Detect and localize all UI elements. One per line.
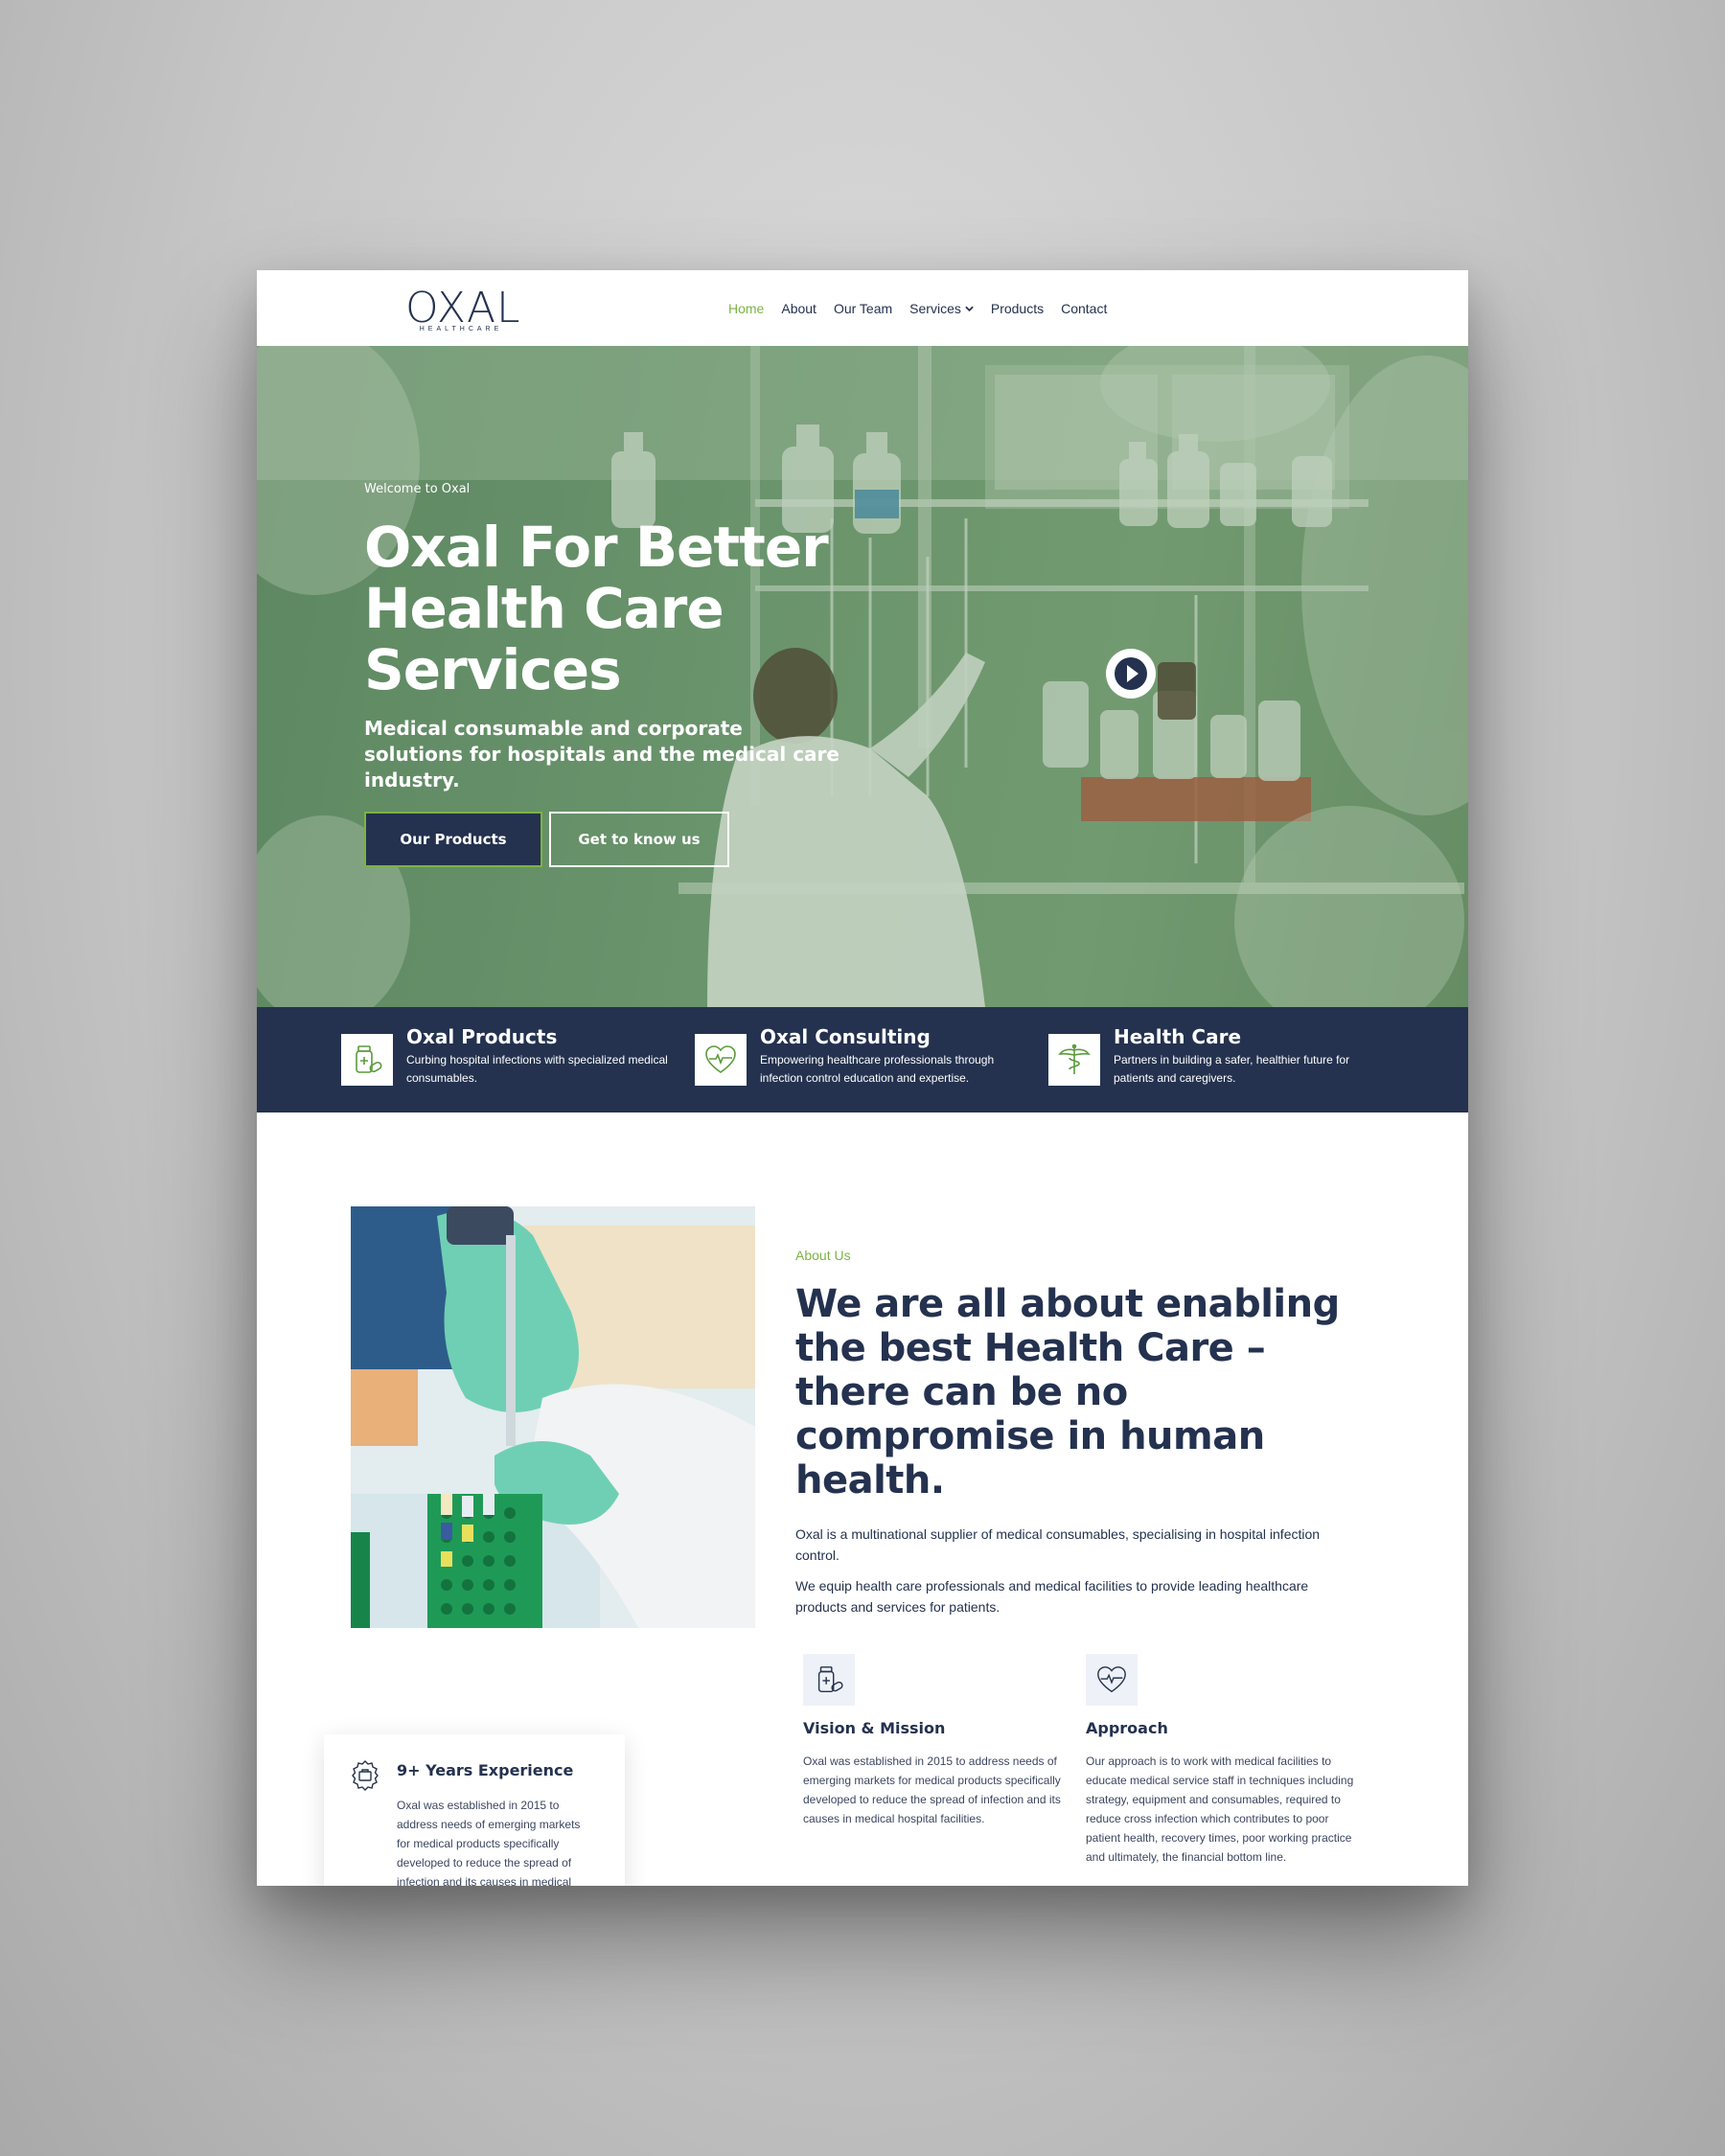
feature-title: Health Care (1114, 1025, 1242, 1048)
about-paragraph-1: Oxal is a multinational supplier of medi… (795, 1526, 1321, 1563)
vision-mission-text: Oxal was established in 2015 to address … (803, 1755, 1061, 1825)
feature-text: Partners in building a safer, healthier … (1114, 1053, 1350, 1085)
award-badge-icon (352, 1760, 379, 1791)
vision-mission-title: Vision & Mission (803, 1719, 946, 1737)
webpage-mockup: OXAL HEALTHCARE Home About Our Team Serv… (257, 270, 1468, 1886)
get-to-know-us-button[interactable]: Get to know us (549, 812, 729, 867)
experience-title: 9+ Years Experience (397, 1761, 574, 1779)
feature-title: Oxal Consulting (760, 1025, 931, 1048)
heart-pulse-icon (1086, 1654, 1138, 1706)
medicine-bottle-icon (803, 1654, 855, 1706)
nav-item-contact[interactable]: Contact (1061, 297, 1107, 320)
about-lab-photo (351, 1206, 755, 1628)
experience-text: Oxal was established in 2015 to address … (397, 1799, 581, 1886)
pipette-photo-illustration (351, 1206, 755, 1628)
nav-item-about[interactable]: About (781, 297, 816, 320)
logo-subtext: HEALTHCARE (419, 326, 503, 333)
feature-title: Oxal Products (406, 1025, 558, 1048)
feature-bar: Oxal Products Curbing hospital infection… (257, 1007, 1468, 1112)
feature-health-care[interactable]: Health Care Partners in building a safer… (1048, 1025, 1374, 1097)
medicine-bottle-icon (341, 1034, 393, 1086)
chevron-down-icon (965, 306, 974, 311)
video-play-button[interactable] (1106, 649, 1156, 699)
feature-text: Curbing hospital infections with special… (406, 1053, 668, 1085)
heart-pulse-icon (695, 1034, 747, 1086)
oxal-logo[interactable]: OXAL HEALTHCARE (405, 284, 520, 333)
nav-item-home[interactable]: Home (728, 297, 764, 320)
approach-title: Approach (1086, 1719, 1168, 1737)
main-menu: Home About Our Team Services Products Co… (728, 297, 1107, 320)
hero-description: Medical consumable and corporate solutio… (364, 717, 840, 791)
feature-oxal-products[interactable]: Oxal Products Curbing hospital infection… (341, 1025, 668, 1097)
experience-card: 9+ Years Experience Oxal was established… (324, 1734, 625, 1886)
nav-item-products[interactable]: Products (991, 297, 1044, 320)
nav-item-our-team[interactable]: Our Team (834, 297, 892, 320)
top-navbar: OXAL HEALTHCARE Home About Our Team Serv… (257, 270, 1468, 346)
our-products-button[interactable]: Our Products (364, 812, 542, 867)
approach-text: Our approach is to work with medical fac… (1086, 1755, 1354, 1864)
nav-item-services[interactable]: Services (909, 297, 974, 320)
caduceus-icon (1048, 1034, 1100, 1086)
about-paragraph-2: We equip health care professionals and m… (795, 1578, 1309, 1615)
nav-item-services-label: Services (909, 301, 961, 316)
about-section-label: About Us (795, 1248, 851, 1263)
feature-oxal-consulting[interactable]: Oxal Consulting Empowering healthcare pr… (695, 1025, 1021, 1097)
hero-title: Oxal For Better Health Care Services (364, 515, 829, 702)
hero-eyebrow: Welcome to Oxal (364, 482, 471, 496)
feature-text: Empowering healthcare professionals thro… (760, 1053, 995, 1085)
hero-section: Welcome to Oxal Oxal For Better Health C… (257, 346, 1468, 1007)
about-title: We are all about enabling the best Healt… (795, 1282, 1340, 1502)
play-icon (1115, 657, 1147, 690)
